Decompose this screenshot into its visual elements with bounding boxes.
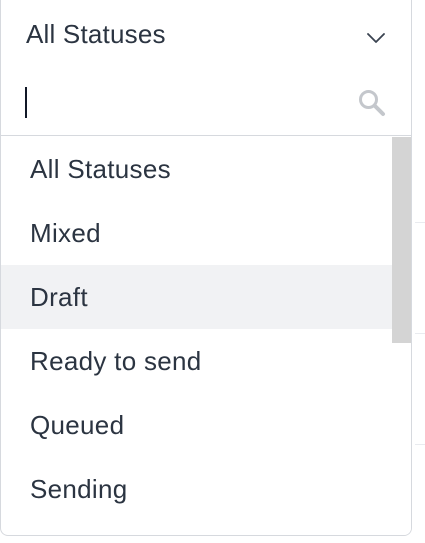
- status-option[interactable]: Sending: [1, 457, 392, 521]
- search-row: [1, 70, 411, 136]
- chevron-down-icon[interactable]: [366, 31, 386, 43]
- status-option[interactable]: Queued: [1, 393, 392, 457]
- status-select-toggle[interactable]: All Statuses: [1, 0, 411, 70]
- background-divider: [415, 444, 425, 445]
- search-input[interactable]: [23, 78, 351, 124]
- scrollbar-thumb[interactable]: [392, 137, 411, 343]
- text-caret: [25, 87, 27, 118]
- search-icon[interactable]: [357, 88, 387, 118]
- selected-status-label: All Statuses: [26, 18, 166, 49]
- status-option[interactable]: All Statuses: [1, 137, 392, 201]
- status-options-list: All Statuses Mixed Draft Ready to send Q…: [1, 137, 392, 535]
- status-dropdown: All Statuses All Statuses Mixed Draft Re…: [0, 0, 412, 536]
- status-option[interactable]: Ready to send: [1, 329, 392, 393]
- background-divider: [415, 333, 425, 334]
- status-option[interactable]: Draft: [1, 265, 392, 329]
- options-scrollbar[interactable]: [392, 137, 411, 535]
- background-divider: [415, 222, 425, 223]
- page: All Statuses All Statuses Mixed Draft Re…: [0, 0, 425, 543]
- status-option[interactable]: Mixed: [1, 201, 392, 265]
